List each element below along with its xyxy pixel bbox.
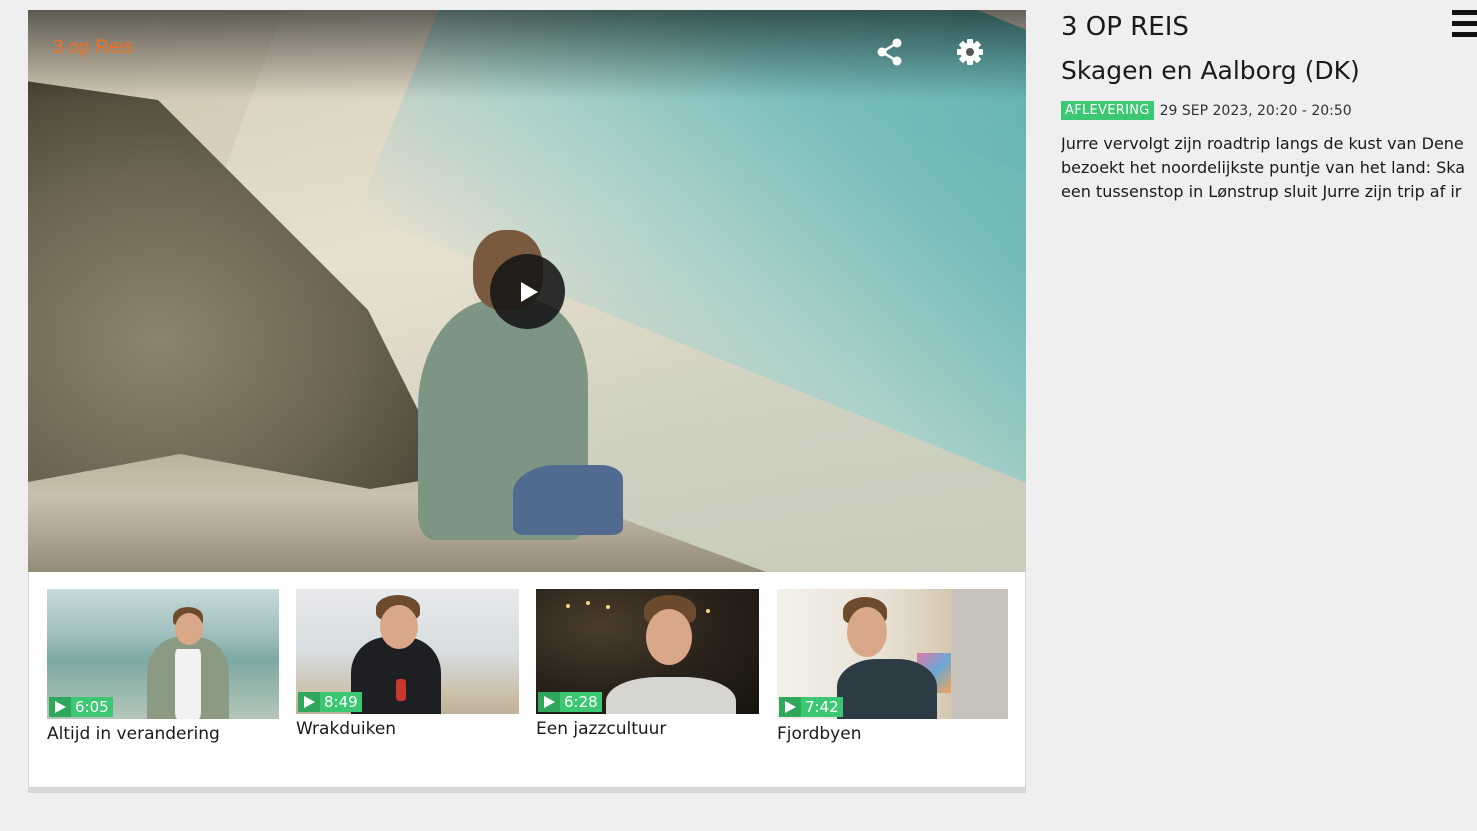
episode-badge: AFLEVERING — [1061, 101, 1154, 120]
play-icon — [520, 281, 538, 302]
clip-title[interactable]: Altijd in verandering — [47, 724, 220, 744]
play-icon — [55, 701, 66, 713]
clip-duration: 6:28 — [564, 693, 598, 711]
description-line: bezoekt het noordelijkste puntje van het… — [1061, 158, 1466, 177]
play-icon — [304, 696, 315, 708]
share-icon — [877, 38, 902, 66]
duration-badge: 8:49 — [298, 692, 362, 712]
clip-card[interactable]: 6:05 Altijd in verandering — [47, 589, 279, 759]
play-button[interactable] — [490, 254, 565, 329]
broadcast-time: 29 SEP 2023, 20:20 - 20:50 — [1159, 102, 1352, 119]
clip-card[interactable]: 7:42 Fjordbyen — [777, 589, 1008, 759]
clip-duration: 6:05 — [75, 698, 109, 716]
share-button[interactable] — [872, 34, 908, 70]
episode-meta: AFLEVERING 29 SEP 2023, 20:20 - 20:50 — [1061, 101, 1352, 120]
gear-icon — [957, 39, 983, 65]
clip-title[interactable]: Wrakduiken — [296, 719, 396, 739]
clip-card[interactable]: 8:49 Wrakduiken — [296, 589, 519, 754]
clip-thumbnail[interactable]: 6:05 — [47, 589, 279, 719]
clip-duration: 7:42 — [805, 698, 839, 716]
strip-bottom-border — [28, 787, 1026, 793]
clip-thumbnail[interactable]: 7:42 — [777, 589, 1008, 719]
episode-description: Jurre vervolgt zijn roadtrip langs de ku… — [1061, 132, 1477, 204]
clip-thumbnail[interactable]: 8:49 — [296, 589, 519, 714]
duration-badge: 6:05 — [49, 697, 113, 717]
series-title[interactable]: 3 OP REIS — [1061, 12, 1189, 42]
description-line: Jurre vervolgt zijn roadtrip langs de ku… — [1061, 134, 1464, 153]
related-clips-strip: 6:05 Altijd in verandering 8:49 Wrakduik… — [28, 572, 1026, 787]
play-icon — [785, 701, 796, 713]
clip-title[interactable]: Een jazzcultuur — [536, 719, 666, 739]
settings-button[interactable] — [952, 34, 988, 70]
video-player[interactable]: 3 op Reis — [28, 10, 1026, 572]
clip-duration: 8:49 — [324, 693, 358, 711]
clip-thumbnail[interactable]: 6:28 — [536, 589, 759, 714]
description-line: een tussenstop in Lønstrup sluit Jurre z… — [1061, 182, 1462, 201]
player-brand-logo: 3 op Reis — [53, 37, 134, 58]
duration-badge: 7:42 — [779, 697, 843, 717]
clip-card[interactable]: 6:28 Een jazzcultuur — [536, 589, 759, 754]
episode-title: Skagen en Aalborg (DK) — [1061, 56, 1360, 85]
hamburger-menu-icon[interactable] — [1452, 10, 1477, 38]
duration-badge: 6:28 — [538, 692, 602, 712]
play-icon — [544, 696, 555, 708]
clip-title[interactable]: Fjordbyen — [777, 724, 861, 744]
